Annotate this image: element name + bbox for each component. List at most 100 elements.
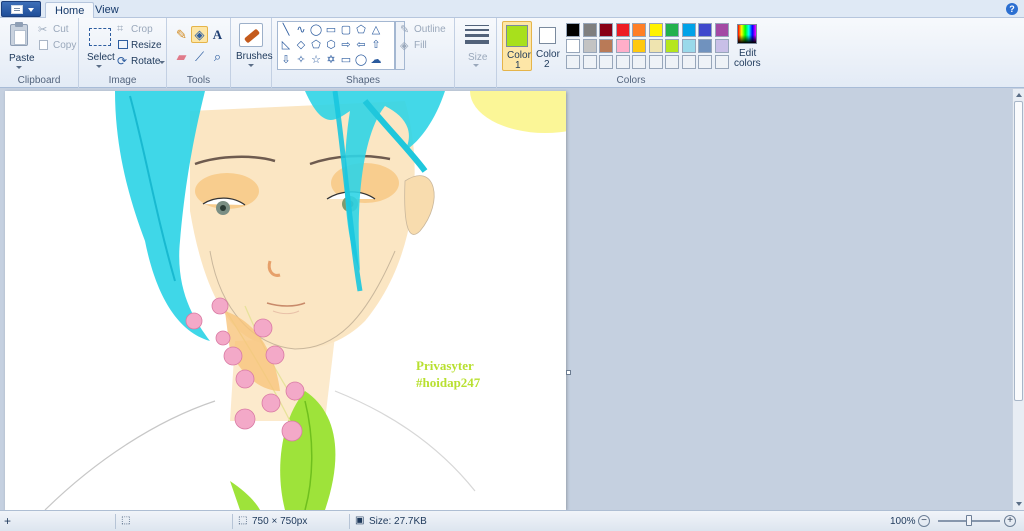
rounded-rectangle-shape-icon[interactable]: ▢ xyxy=(339,23,353,37)
rectangle-shape-icon[interactable]: ▭ xyxy=(324,23,338,37)
scroll-up-icon[interactable] xyxy=(1016,93,1022,97)
palette-color-swatch[interactable] xyxy=(632,39,646,53)
resize-button[interactable]: Resize xyxy=(117,39,163,53)
scroll-down-icon[interactable] xyxy=(1016,502,1022,506)
size-button[interactable]: Size xyxy=(455,18,497,84)
palette-color-swatch[interactable] xyxy=(632,23,646,37)
palette-color-swatch[interactable] xyxy=(698,39,712,53)
color-spectrum-icon xyxy=(737,24,757,44)
zoom-slider-thumb[interactable] xyxy=(966,515,972,526)
clipboard-group-label: Clipboard xyxy=(17,75,61,86)
triangle-shape-icon[interactable]: △ xyxy=(369,23,383,37)
cut-button[interactable]: ✂ Cut xyxy=(38,23,76,37)
magnifier-icon[interactable]: ⌕ xyxy=(209,48,226,65)
color-picker-icon[interactable]: ⟋ xyxy=(191,48,208,65)
scrollbar-thumb[interactable] xyxy=(1014,101,1023,401)
select-button[interactable]: Select xyxy=(81,20,117,72)
color2-swatch xyxy=(539,27,556,44)
palette-color-swatch[interactable] xyxy=(599,39,613,53)
drawing-canvas[interactable]: Privasyter #hoidap247 xyxy=(5,91,566,510)
hexagon-shape-icon[interactable]: ⬡ xyxy=(324,38,338,52)
color1-button[interactable]: Color 1 xyxy=(502,21,532,71)
down-arrow-shape-icon[interactable]: ⇩ xyxy=(279,53,293,67)
resize-icon xyxy=(118,40,128,49)
watermark-line-1: Privasyter xyxy=(416,358,474,373)
color2-button[interactable]: Color 2 xyxy=(535,21,561,71)
palette-color-swatch[interactable] xyxy=(615,23,630,37)
paste-button[interactable]: Paste xyxy=(4,21,35,71)
left-arrow-shape-icon[interactable]: ⇦ xyxy=(354,38,368,52)
palette-color-swatch[interactable] xyxy=(582,23,597,37)
brushes-button[interactable]: Brushes xyxy=(231,18,273,72)
up-arrow-shape-icon[interactable]: ⇧ xyxy=(369,38,383,52)
rotate-button[interactable]: ⟳ Rotate xyxy=(117,54,165,69)
pencil-icon[interactable]: ✎ xyxy=(173,26,190,43)
palette-custom-swatch[interactable] xyxy=(648,55,663,69)
palette-color-swatch[interactable] xyxy=(714,39,729,53)
tab-view[interactable]: View xyxy=(86,2,128,19)
palette-color-swatch[interactable] xyxy=(566,39,580,53)
right-triangle-shape-icon[interactable]: ◺ xyxy=(279,38,293,52)
palette-custom-swatch[interactable] xyxy=(698,55,712,69)
palette-custom-swatch[interactable] xyxy=(714,55,729,69)
palette-color-swatch[interactable] xyxy=(648,39,663,53)
palette-color-swatch[interactable] xyxy=(599,23,613,37)
tools-group: ✎ ◈ A ▰ ⟋ ⌕ Tools xyxy=(167,18,231,88)
vertical-scrollbar[interactable] xyxy=(1012,89,1024,510)
color2-number: 2 xyxy=(544,59,550,70)
outline-button[interactable]: ✎ Outline xyxy=(400,23,452,37)
palette-custom-swatch[interactable] xyxy=(582,55,597,69)
pentagon-shape-icon[interactable]: ⬠ xyxy=(309,38,323,52)
palette-color-swatch[interactable] xyxy=(582,39,597,53)
fill-bucket-icon[interactable]: ◈ xyxy=(191,26,208,43)
crop-button[interactable]: ⌗ Crop xyxy=(117,23,163,37)
line-shape-icon[interactable]: ╲ xyxy=(279,23,293,37)
workspace: Privasyter #hoidap247 xyxy=(0,89,1012,510)
oval-shape-icon[interactable]: ◯ xyxy=(309,23,323,37)
chevron-down-icon xyxy=(28,8,34,12)
palette-custom-swatch[interactable] xyxy=(665,55,679,69)
polygon-shape-icon[interactable]: ⬠ xyxy=(354,23,368,37)
paint-menu-button[interactable] xyxy=(1,1,41,17)
palette-custom-swatch[interactable] xyxy=(566,55,580,69)
palette-color-swatch[interactable] xyxy=(566,23,580,37)
cloud-callout-shape-icon[interactable]: ☁ xyxy=(369,53,383,67)
palette-custom-swatch[interactable] xyxy=(615,55,630,69)
brushes-group: Brushes xyxy=(231,18,273,88)
curve-shape-icon[interactable]: ∿ xyxy=(294,23,308,37)
chevron-down-icon xyxy=(16,66,22,69)
text-tool-icon[interactable]: A xyxy=(209,26,226,43)
palette-custom-swatch[interactable] xyxy=(681,55,696,69)
four-point-star-shape-icon[interactable]: ✧ xyxy=(294,53,308,67)
callout-shape-icon[interactable]: ▭ xyxy=(339,53,353,67)
rotate-label: Rotate xyxy=(131,56,161,67)
palette-color-swatch[interactable] xyxy=(714,23,729,37)
zoom-in-icon[interactable]: + xyxy=(1004,515,1016,527)
palette-color-swatch[interactable] xyxy=(698,23,712,37)
palette-color-swatch[interactable] xyxy=(681,23,696,37)
palette-color-swatch[interactable] xyxy=(648,23,663,37)
copy-button[interactable]: Copy xyxy=(38,39,76,53)
six-point-star-shape-icon[interactable]: ✡ xyxy=(324,53,338,67)
palette-color-swatch[interactable] xyxy=(665,23,679,37)
five-point-star-shape-icon[interactable]: ☆ xyxy=(309,53,323,67)
oval-callout-shape-icon[interactable]: ◯ xyxy=(354,53,368,67)
chevron-down-icon xyxy=(473,64,479,67)
help-icon[interactable]: ? xyxy=(1006,3,1018,15)
palette-custom-swatch[interactable] xyxy=(599,55,613,69)
eraser-icon[interactable]: ▰ xyxy=(173,48,190,65)
copy-icon xyxy=(39,40,48,50)
zoom-out-icon[interactable]: − xyxy=(918,515,930,527)
right-arrow-shape-icon[interactable]: ⇨ xyxy=(339,38,353,52)
palette-color-swatch[interactable] xyxy=(665,39,679,53)
diamond-shape-icon[interactable]: ◇ xyxy=(294,38,308,52)
shapes-gallery: ╲ ∿ ◯ ▭ ▢ ⬠ △ ◺ ◇ ⬠ ⬡ ⇨ ⇦ ⇧ ⇩ ✧ ☆ ✡ ▭ ◯ … xyxy=(277,21,395,70)
palette-custom-swatch[interactable] xyxy=(632,55,646,69)
tools-group-label: Tools xyxy=(186,75,211,86)
palette-color-swatch[interactable] xyxy=(681,39,696,53)
palette-color-swatch[interactable] xyxy=(615,39,630,53)
edit-colors-button[interactable]: Edit colors xyxy=(732,22,764,70)
fill-button[interactable]: ◈ Fill xyxy=(400,39,452,53)
select-icon xyxy=(89,28,111,46)
canvas-resize-handle[interactable] xyxy=(566,370,571,375)
